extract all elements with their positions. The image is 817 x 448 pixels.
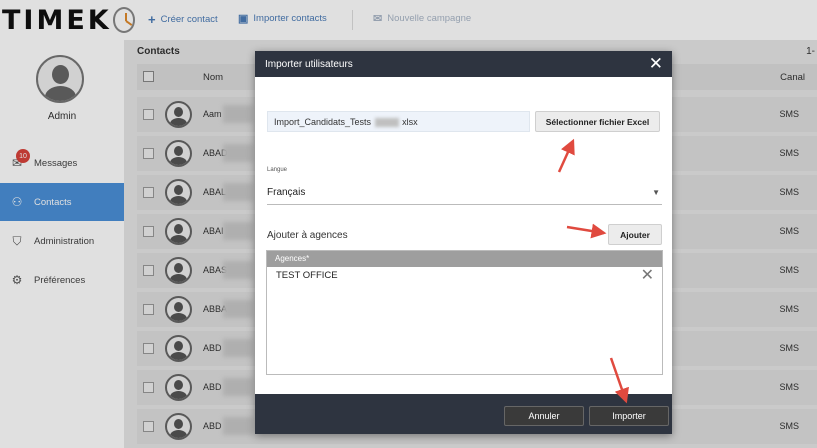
list-item[interactable]: TEST OFFICE	[276, 270, 338, 281]
agencies-list: Agences* TEST OFFICE ✕	[266, 250, 663, 375]
close-icon[interactable]: ✕	[649, 54, 663, 74]
dialog-header: Importer utilisateurs ✕	[255, 51, 672, 77]
agencies-label: Ajouter à agences	[267, 230, 348, 241]
import-users-dialog: Importer utilisateurs ✕ Import_Candidats…	[255, 51, 672, 434]
add-agency-button[interactable]: Ajouter	[608, 224, 662, 245]
selected-file-field[interactable]: Import_Candidats_Tests xlsx	[267, 111, 530, 132]
import-button[interactable]: Importer	[589, 406, 669, 426]
file-name-suffix: xlsx	[402, 117, 418, 127]
redacted-text	[374, 118, 399, 128]
agencies-list-header: Agences*	[267, 251, 662, 267]
dialog-title: Importer utilisateurs	[265, 59, 353, 70]
language-select[interactable]: Français ▼	[267, 181, 662, 205]
dialog-footer: Annuler Importer	[255, 394, 672, 434]
select-excel-file-button[interactable]: Sélectionner fichier Excel	[535, 111, 660, 132]
caret-down-icon: ▼	[652, 188, 660, 197]
language-value: Français	[267, 187, 306, 198]
cancel-button[interactable]: Annuler	[504, 406, 584, 426]
file-name-prefix: Import_Candidats_Tests	[274, 117, 372, 127]
language-label: Langue	[267, 167, 288, 173]
remove-agency-icon[interactable]: ✕	[641, 265, 654, 285]
